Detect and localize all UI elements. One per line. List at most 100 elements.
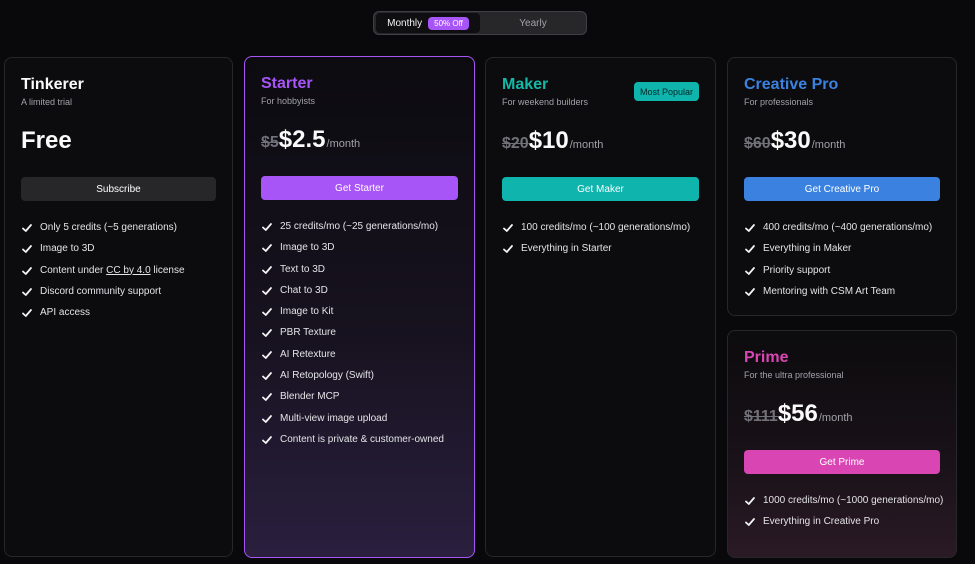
price-current: Free [21, 127, 72, 154]
plan-card-starter: Starter For hobbyists $5 $2.5 /month Get… [244, 56, 475, 558]
price-row: $20 $10 /month [502, 127, 603, 155]
get-creative-pro-button[interactable]: Get Creative Pro [744, 177, 940, 201]
feature-text: Content is private & customer-owned [280, 433, 444, 445]
check-icon [262, 265, 272, 274]
check-icon [22, 224, 32, 232]
feature-text: Only 5 credits (~5 generations) [40, 222, 178, 233]
price-original: $5 [261, 134, 279, 151]
list-item: Content under CC by 4.0 license [21, 264, 220, 278]
check-icon [262, 223, 272, 231]
plan-title: Starter [261, 75, 313, 92]
list-item: Multi-view image upload [261, 412, 462, 426]
price-row: $111 $56 /month [744, 400, 853, 428]
plan-card-creative-pro: Creative Pro For professionals $60 $30 /… [727, 57, 957, 316]
price-original: $60 [744, 135, 771, 152]
check-icon [22, 245, 32, 254]
feature-text: Chat to 3D [280, 284, 328, 296]
list-item: Everything in Starter [502, 242, 703, 256]
feature-text: Blender MCP [280, 391, 340, 403]
list-item: AI Retopology (Swift) [261, 369, 462, 383]
price-original: $111 [744, 408, 778, 425]
list-item: Priority support [744, 264, 944, 278]
check-icon [262, 308, 272, 317]
price-current: $56 [777, 400, 818, 427]
feature-text: Mentoring with CSM Art Team [763, 285, 896, 297]
check-icon [262, 393, 272, 402]
feature-text: AI Retopology (Swift) [280, 370, 374, 382]
price-row: $5 $2.5 /month [261, 126, 360, 154]
feature-text: Text to 3D [280, 263, 326, 275]
list-item: Image to 3D [21, 242, 220, 256]
feature-text: Content under CC by 4.0 license [40, 264, 185, 278]
feature-text: 25 credits/mo (~25 generations/mo) [280, 221, 439, 232]
list-item: 1000 credits/mo (~1000 generations/mo) [744, 494, 944, 508]
list-item: Discord community support [21, 285, 220, 299]
check-icon [745, 287, 755, 296]
list-item: API access [21, 306, 220, 320]
feature-text: 100 credits/mo (~100 generations/mo) [521, 222, 691, 233]
check-icon [22, 266, 32, 275]
check-icon [745, 518, 755, 527]
price-period: /month [811, 139, 846, 151]
feature-list: 1000 credits/mo (~1000 generations/mo) Ev… [744, 494, 944, 537]
plan-subtitle: A limited trial [21, 97, 73, 107]
list-item: Chat to 3D [261, 284, 462, 298]
price-original: $20 [502, 135, 529, 152]
check-icon [503, 245, 513, 254]
check-icon [503, 224, 513, 232]
get-starter-button[interactable]: Get Starter [261, 176, 458, 200]
check-icon [262, 244, 272, 253]
price-period: /month [569, 139, 604, 151]
plan-title: Maker [502, 76, 549, 93]
list-item: Content is private & customer-owned [261, 433, 462, 447]
yearly-option[interactable]: Yearly [480, 13, 586, 33]
plan-subtitle: For hobbyists [261, 96, 316, 106]
feature-text: Image to 3D [40, 243, 95, 255]
feature-text: Discord community support [40, 285, 162, 297]
check-icon [262, 329, 272, 338]
plan-title: Tinkerer [21, 76, 84, 93]
list-item: Text to 3D [261, 263, 462, 277]
price-current: $2.5 [278, 126, 326, 153]
list-item: Everything in Creative Pro [744, 515, 944, 529]
list-item: Mentoring with CSM Art Team [744, 285, 944, 299]
check-icon [22, 287, 32, 296]
list-item: Everything in Maker [744, 242, 944, 256]
feature-list: 100 credits/mo (~100 generations/mo) Ever… [502, 221, 703, 264]
feature-text-suffix: license [150, 264, 185, 276]
list-item: Blender MCP [261, 390, 462, 404]
subscribe-button[interactable]: Subscribe [21, 177, 216, 201]
discount-badge: 50% Off [428, 16, 469, 30]
most-popular-badge: Most Popular [633, 82, 699, 101]
check-icon [745, 266, 755, 275]
feature-text: Everything in Starter [521, 243, 612, 255]
check-icon [745, 245, 755, 254]
price-row: $60 $30 /month [744, 127, 845, 155]
feature-list: 400 credits/mo (~400 generations/mo) Ever… [744, 221, 944, 306]
feature-text: PBR Texture [280, 327, 336, 339]
plan-title: Creative Pro [744, 76, 839, 93]
list-item: AI Retexture [261, 348, 462, 362]
feature-list: Only 5 credits (~5 generations) Image to… [21, 221, 220, 327]
plan-subtitle: For weekend builders [502, 97, 589, 107]
list-item: Only 5 credits (~5 generations) [21, 221, 220, 235]
feature-text: Image to 3D [280, 242, 335, 254]
list-item: 400 credits/mo (~400 generations/mo) [744, 221, 944, 235]
plan-subtitle: For the ultra professional [744, 370, 844, 380]
license-link[interactable]: CC by 4.0 [106, 265, 150, 276]
price-period: /month [326, 138, 361, 150]
get-maker-button[interactable]: Get Maker [502, 177, 699, 201]
feature-text: AI Retexture [280, 348, 336, 360]
check-icon [262, 286, 272, 295]
plan-subtitle: For professionals [744, 97, 814, 107]
check-icon [22, 309, 32, 318]
monthly-option[interactable]: Monthly 50% Off [376, 13, 480, 33]
get-prime-button[interactable]: Get Prime [744, 450, 940, 474]
feature-text: Image to Kit [280, 306, 334, 318]
plan-card-maker: Maker For weekend builders Most Popular … [485, 57, 716, 557]
check-icon [262, 372, 272, 380]
list-item: 25 credits/mo (~25 generations/mo) [261, 220, 462, 234]
feature-text: API access [40, 307, 91, 319]
list-item: PBR Texture [261, 326, 462, 340]
billing-toggle: Monthly 50% Off Yearly [373, 11, 587, 35]
